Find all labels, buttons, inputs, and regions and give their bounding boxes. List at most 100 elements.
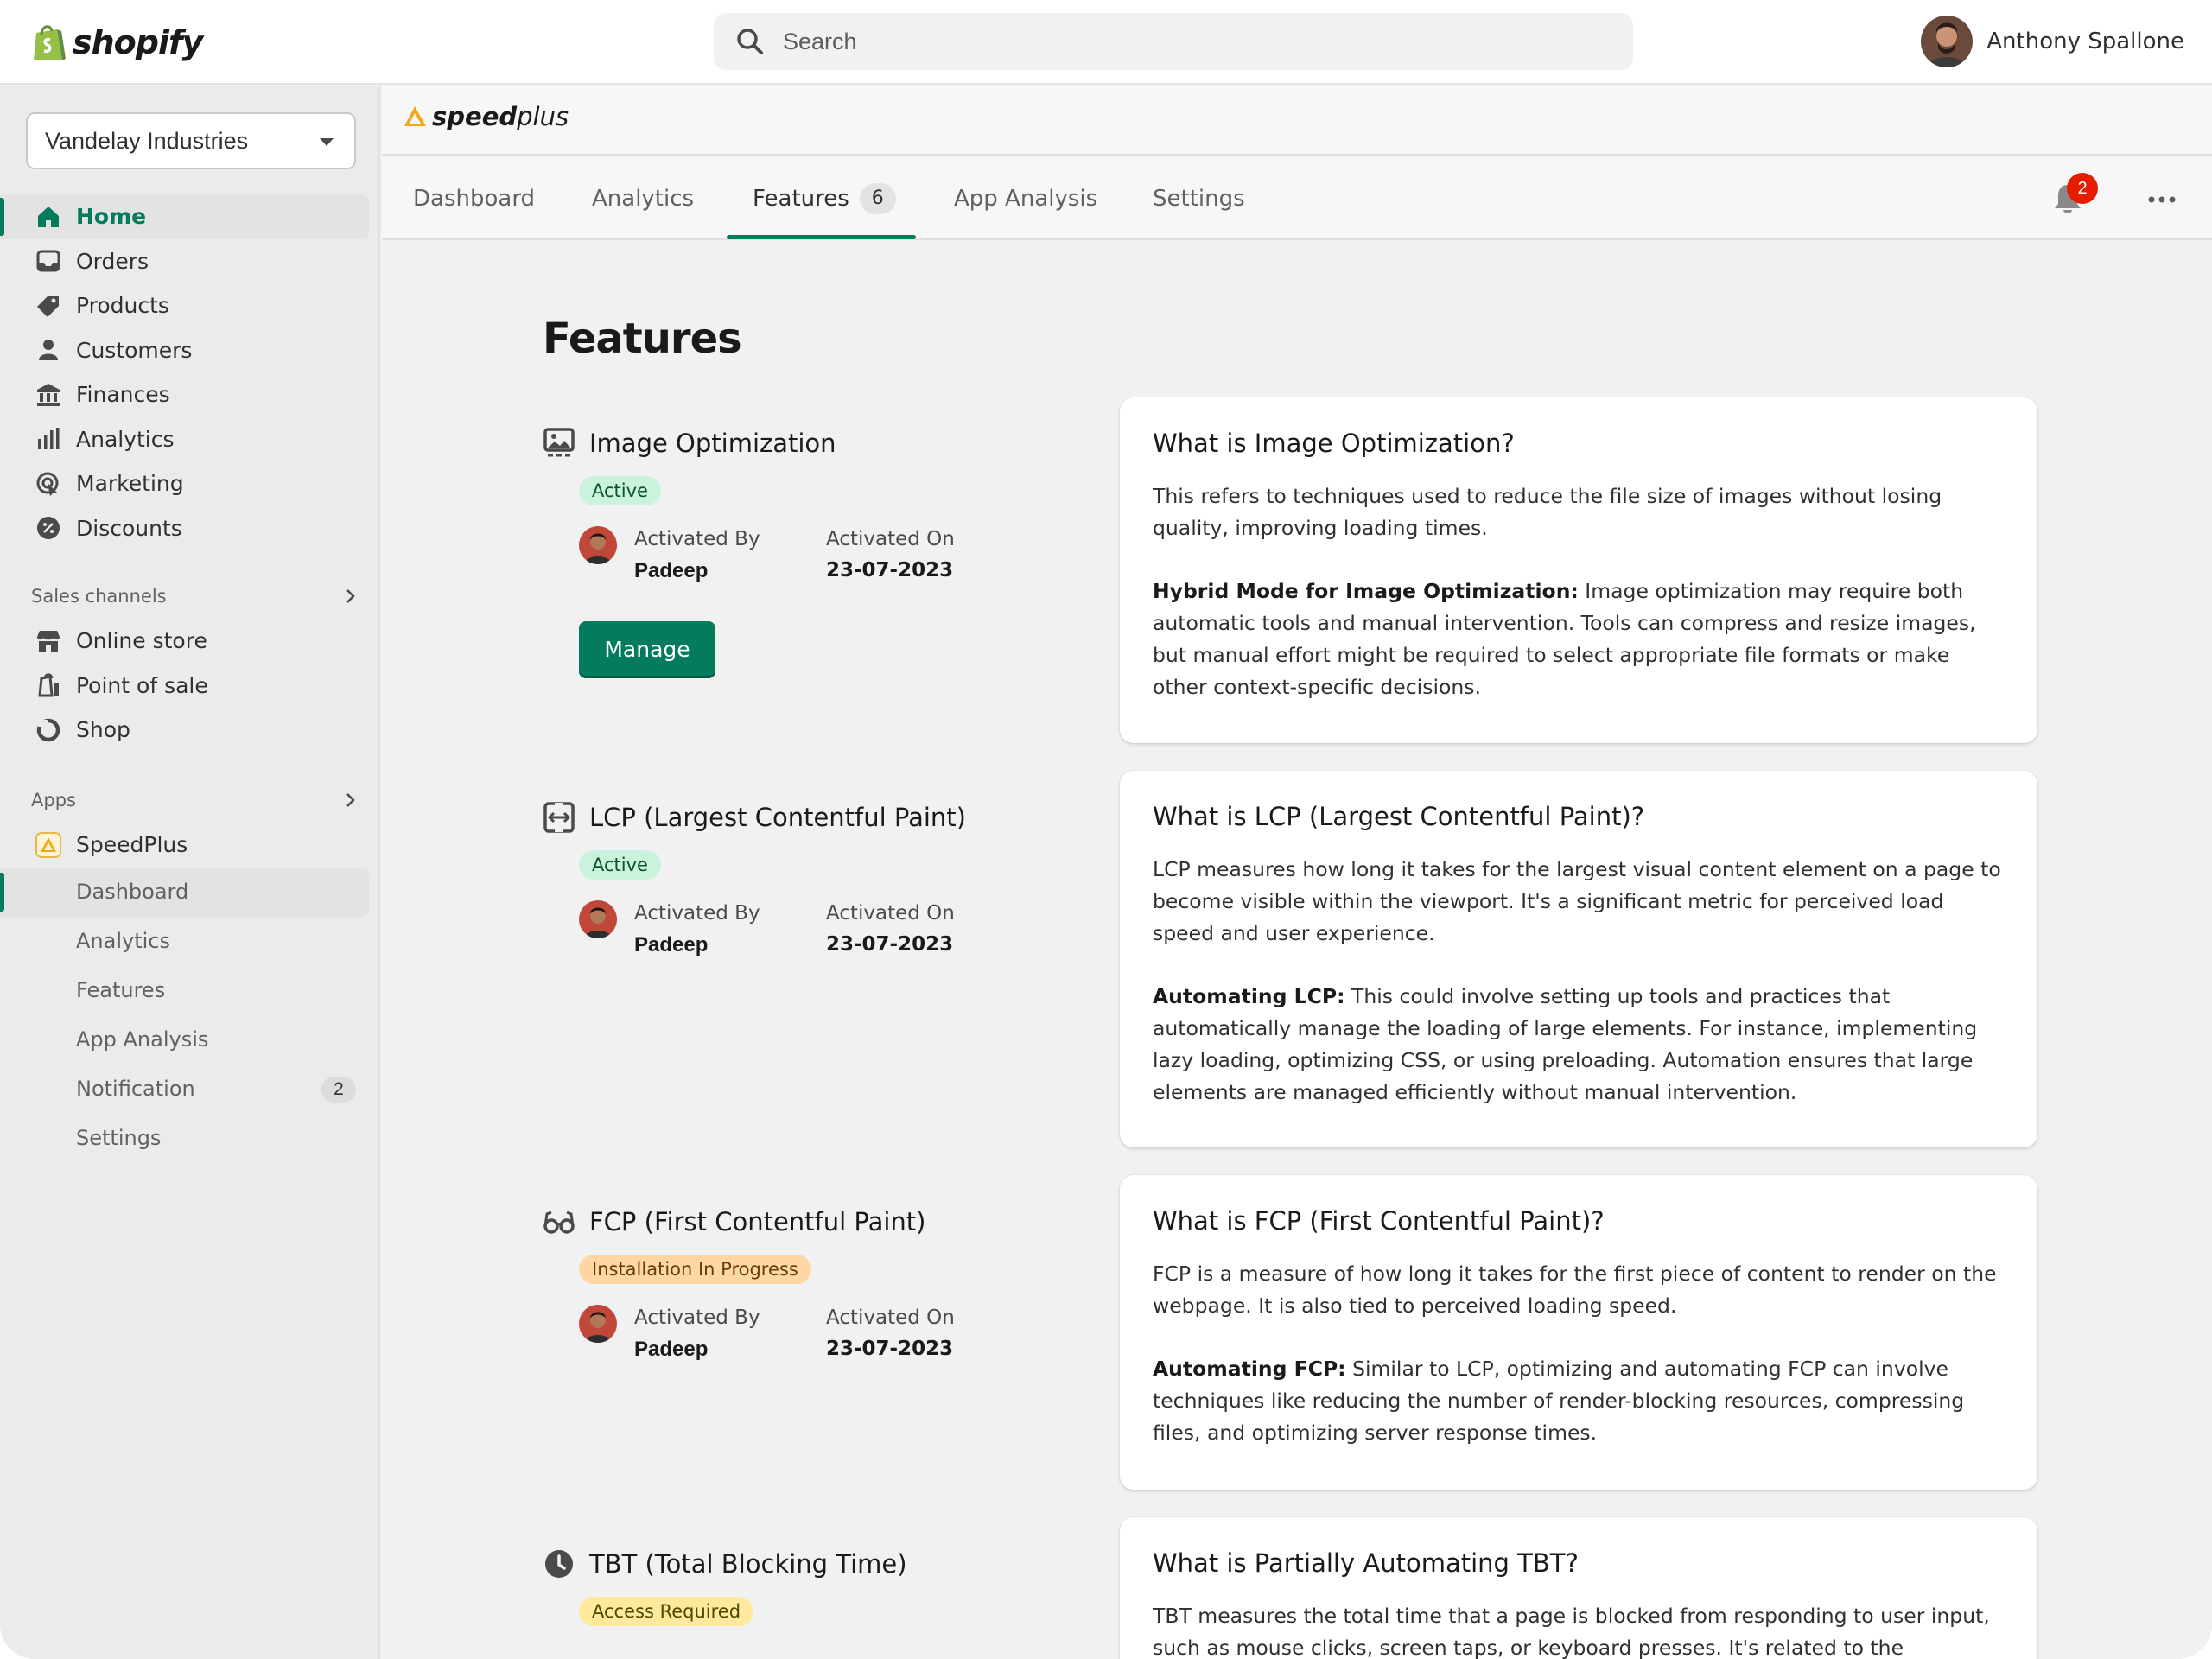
- avatar: [579, 900, 617, 938]
- notification-badge: 2: [2067, 173, 2098, 204]
- channels-nav: Online store Point of sale Shop: [0, 619, 380, 753]
- search-icon: [737, 29, 763, 54]
- sidebar-item-analytics[interactable]: Analytics: [0, 417, 380, 462]
- card-description: LCP measures how long it takes for the l…: [1153, 857, 2001, 945]
- sidebar-item-label: Finances: [76, 382, 170, 408]
- sidebar-item-products[interactable]: Products: [0, 283, 380, 328]
- sidebar-subitem-dashboard[interactable]: Dashboard: [0, 867, 369, 917]
- sidebar-item-label: Orders: [76, 248, 149, 274]
- user-menu[interactable]: Anthony Spallone: [1921, 16, 2184, 67]
- sidebar-subitem-app-analysis[interactable]: App Analysis: [0, 1015, 380, 1065]
- card-description: FCP is a measure of how long it takes fo…: [1153, 1262, 1997, 1318]
- card-detail: Automating FCP: Similar to LCP, optimizi…: [1153, 1353, 2005, 1449]
- chevron-right-icon: [346, 793, 355, 807]
- apps-nav: SpeedPlus Dashboard Analytics Features A…: [0, 823, 380, 1163]
- info-card: What is Image Optimization? This refers …: [1120, 397, 2037, 743]
- speedplus-app-icon: [35, 831, 61, 858]
- sidebar-item-online-store[interactable]: Online store: [0, 619, 380, 664]
- glasses-icon: [543, 1211, 575, 1234]
- inbox-icon: [36, 250, 60, 272]
- more-options-icon[interactable]: [2146, 187, 2177, 213]
- status-badge: Active: [579, 476, 661, 505]
- tab-label: Analytics: [592, 186, 695, 212]
- store-icon: [37, 630, 60, 652]
- sidebar-item-marketing[interactable]: Marketing: [0, 461, 380, 506]
- person-icon: [39, 340, 58, 361]
- home-icon: [38, 206, 59, 227]
- activated-by-value: Padeep: [634, 559, 709, 582]
- sidebar-subitem-label: App Analysis: [76, 1027, 209, 1052]
- sidebar-item-home[interactable]: Home: [0, 194, 369, 239]
- page-title: Features: [543, 315, 742, 363]
- apps-header[interactable]: Apps: [31, 783, 359, 817]
- sidebar-item-point-of-sale[interactable]: Point of sale: [0, 664, 380, 709]
- sidebar-item-discounts[interactable]: Discounts: [0, 506, 380, 551]
- bar-chart-icon: [38, 428, 60, 450]
- feature-item: LCP (Largest Contentful Paint) Active Ac…: [543, 800, 1096, 990]
- activation-info: Activated By Padeep Activated On 23-07-2…: [579, 897, 976, 966]
- tab-analytics[interactable]: Analytics: [592, 157, 694, 240]
- sidebar-subitem-label: Settings: [76, 1126, 162, 1150]
- brand-name: shopify: [73, 23, 203, 61]
- app-header: speed plus: [382, 86, 2212, 156]
- search-placeholder: Search: [783, 28, 857, 54]
- feature-header: FCP (First Contentful Paint): [543, 1205, 1096, 1239]
- tab-dashboard[interactable]: Dashboard: [413, 157, 535, 240]
- sidebar-item-customers[interactable]: Customers: [0, 328, 380, 373]
- sales-channels-header[interactable]: Sales channels: [31, 579, 359, 613]
- tab-app-analysis[interactable]: App Analysis: [954, 157, 1097, 240]
- shopify-bag-icon: [34, 25, 66, 60]
- feature-name: Image Optimization: [589, 429, 836, 458]
- activation-info: Activated By Padeep Activated On 23-07-2…: [579, 523, 976, 592]
- feature-header: TBT (Total Blocking Time): [543, 1547, 1096, 1581]
- info-card: What is LCP (Largest Contentful Paint)? …: [1120, 771, 2037, 1147]
- card-detail-heading: Automating LCP:: [1153, 984, 1345, 1008]
- shopify-logo[interactable]: shopify: [31, 19, 203, 66]
- section-label: Sales channels: [31, 586, 167, 607]
- search-input[interactable]: Search: [714, 13, 1633, 70]
- card-description: TBT measures the total time that a page …: [1153, 1604, 1990, 1659]
- card-detail-heading: Automating FCP:: [1153, 1357, 1346, 1381]
- feature-name: TBT (Total Blocking Time): [589, 1549, 907, 1579]
- activated-by-label: Activated By: [634, 528, 760, 550]
- feature-item: FCP (First Contentful Paint) Installatio…: [543, 1205, 1096, 1395]
- logo-text-bold: speed: [432, 102, 518, 131]
- resize-arrows-icon: [543, 802, 575, 833]
- feature-name: LCP (Largest Contentful Paint): [589, 803, 966, 832]
- sidebar-item-orders[interactable]: Orders: [0, 239, 380, 284]
- tab-bar: Dashboard Analytics Features 6 App Analys…: [382, 157, 2212, 240]
- card-title: What is FCP (First Contentful Paint)?: [1153, 1206, 1605, 1236]
- sidebar-item-label: Online store: [76, 628, 207, 654]
- store-selector[interactable]: Vandelay Industries: [26, 112, 356, 169]
- avatar: [579, 526, 617, 564]
- caret-down-icon: [320, 138, 334, 146]
- avatar: [1921, 16, 1974, 67]
- tab-settings[interactable]: Settings: [1153, 157, 1245, 240]
- user-name: Anthony Spallone: [1986, 29, 2184, 54]
- tab-count-badge: 6: [859, 183, 896, 214]
- activated-on-label: Activated On: [826, 528, 955, 550]
- info-card: What is FCP (First Contentful Paint)? FC…: [1120, 1175, 2037, 1490]
- tab-label: Settings: [1153, 186, 1245, 212]
- sidebar-item-finances[interactable]: Finances: [0, 372, 380, 417]
- clock-icon: [545, 1550, 573, 1578]
- activated-on-value: 23-07-2023: [826, 933, 954, 956]
- sidebar-subitem-analytics[interactable]: Analytics: [0, 917, 380, 966]
- image-icon: [543, 428, 575, 457]
- activated-by-label: Activated By: [634, 902, 760, 925]
- sidebar-subitem-features[interactable]: Features: [0, 966, 380, 1015]
- tab-features[interactable]: Features 6: [753, 157, 896, 240]
- activated-by-label: Activated By: [634, 1306, 760, 1329]
- sidebar: Vandelay Industries Home Orders Products…: [0, 86, 380, 1659]
- sidebar-item-speedplus[interactable]: SpeedPlus: [0, 823, 380, 868]
- feature-header: LCP (Largest Contentful Paint): [543, 800, 1096, 835]
- activated-on-label: Activated On: [826, 902, 955, 925]
- sidebar-item-shop[interactable]: Shop: [0, 708, 380, 753]
- manage-button[interactable]: Manage: [579, 621, 715, 678]
- tab-label: App Analysis: [954, 186, 1098, 212]
- tag-icon: [37, 295, 59, 317]
- activation-info: Activated By Padeep Activated On 23-07-2…: [579, 1301, 976, 1370]
- activated-on-value: 23-07-2023: [826, 1338, 954, 1360]
- sidebar-subitem-notification[interactable]: Notification 2: [0, 1065, 380, 1114]
- sidebar-subitem-settings[interactable]: Settings: [0, 1114, 380, 1163]
